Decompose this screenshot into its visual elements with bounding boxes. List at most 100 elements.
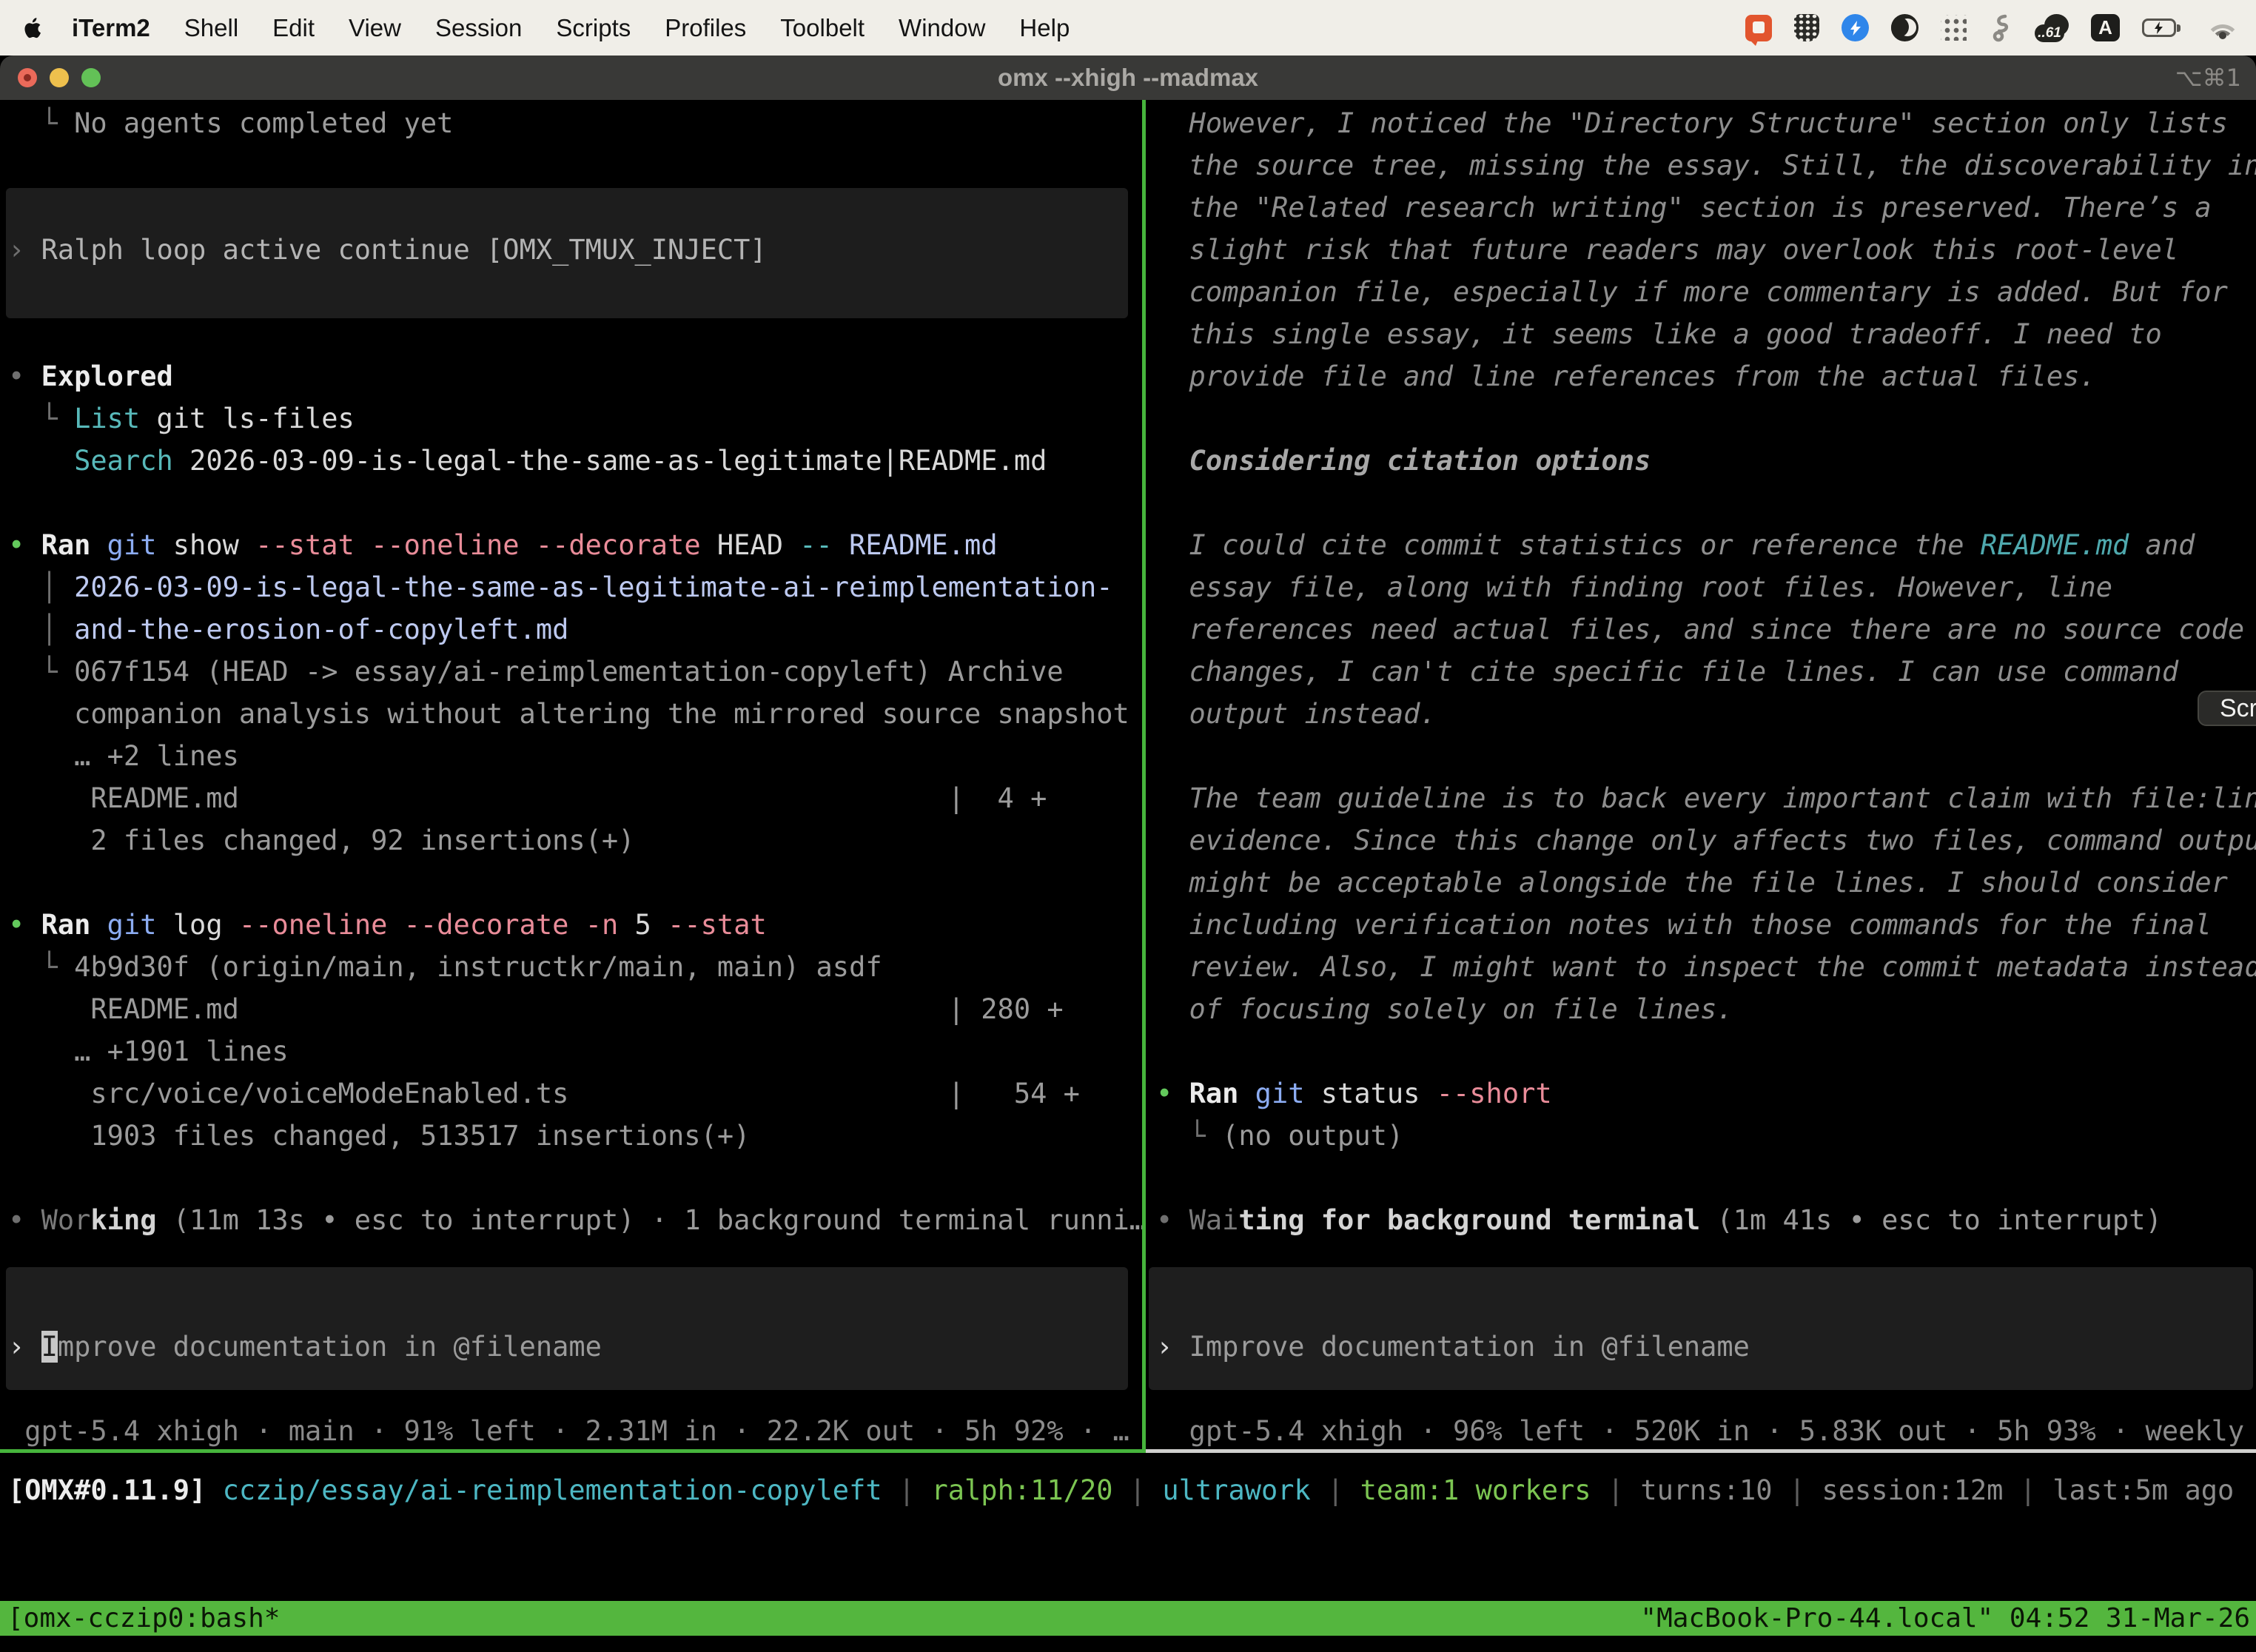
terminal-line: I could cite commit statistics or refere… xyxy=(1156,524,2256,566)
terminal-line: • Waiting for background terminal (1m 41… xyxy=(1156,1199,2256,1241)
tmux-host-clock-label: "MacBook-Pro-44.local" 04:52 31-Mar-26 xyxy=(1640,1603,2250,1633)
menu-item-edit[interactable]: Edit xyxy=(255,14,332,42)
terminal-line xyxy=(1156,482,2256,524)
terminal-line: this single essay, it seems like a good … xyxy=(1156,313,2256,355)
terminal-line xyxy=(1156,397,2256,440)
menu-item-help[interactable]: Help xyxy=(1002,14,1087,42)
terminal-line: Considering citation options xyxy=(1156,440,2256,482)
terminal-line: README.md | 4 + xyxy=(8,777,1142,819)
terminal-line xyxy=(8,482,1142,524)
menu-item-profiles[interactable]: Profiles xyxy=(648,14,763,42)
menu-bar-status-icons: ..61 A xyxy=(1745,13,2256,43)
terminal-line: └ No agents completed yet xyxy=(8,102,1142,144)
keypad-shield-icon[interactable] xyxy=(1794,14,1819,41)
terminal-line: The team guideline is to back every impo… xyxy=(1156,777,2256,819)
terminal-line: └ 067f154 (HEAD -> essay/ai-reimplementa… xyxy=(8,651,1142,693)
terminal-line: essay file, along with finding root file… xyxy=(1156,566,2256,608)
terminal-line: the "Related research writing" section i… xyxy=(1156,187,2256,229)
menu-bar: iTerm2 Shell Edit View Session Scripts P… xyxy=(0,0,2256,56)
menu-item-iterm2[interactable]: iTerm2 xyxy=(55,14,167,42)
terminal-line xyxy=(1156,735,2256,777)
terminal-line xyxy=(1156,1283,2256,1326)
terminal-line: provide file and line references from th… xyxy=(1156,355,2256,397)
terminal-line: └ List git ls-files xyxy=(8,397,1142,440)
terminal-line: 1903 files changed, 513517 insertions(+) xyxy=(8,1115,1142,1157)
terminal-line: slight risk that future readers may over… xyxy=(1156,229,2256,271)
terminal-line: └ 4b9d30f (origin/main, instructkr/main,… xyxy=(8,946,1142,988)
terminal-line xyxy=(8,1157,1142,1199)
terminal-line: gpt-5.4 xhigh · 96% left · 520K in · 5.8… xyxy=(1156,1410,2256,1449)
terminal-line: 2 files changed, 92 insertions(+) xyxy=(8,819,1142,862)
terminal-line: … +1901 lines xyxy=(8,1030,1142,1072)
tmux-session-label: [omx-cczip0:bash* xyxy=(7,1603,280,1633)
terminal-line xyxy=(1156,1030,2256,1072)
terminal-line: the source tree, missing the essay. Stil… xyxy=(1156,144,2256,187)
screen-indicator-overlay: Scre xyxy=(2198,691,2256,726)
dots-grid-icon[interactable] xyxy=(1941,15,1967,41)
terminal-pane-left: └ No agents completed yet › Ralph loop ac… xyxy=(0,100,1142,1449)
terminal-line: gpt-5.4 xhigh · main · 91% left · 2.31M … xyxy=(8,1410,1142,1449)
terminal-line: › Improve documentation in @filename xyxy=(8,1326,1142,1368)
terminal-line: › Improve documentation in @filename xyxy=(1156,1326,2256,1368)
pane-divider-horizontal-active[interactable] xyxy=(0,1449,1146,1453)
terminal-line: companion analysis without altering the … xyxy=(8,693,1142,735)
terminal-line: • Explored xyxy=(8,355,1142,397)
menu-item-shell[interactable]: Shell xyxy=(167,14,255,42)
window-shortcut-badge: ⌥⌘1 xyxy=(2175,56,2241,100)
terminal-line: output instead. xyxy=(1156,693,2256,735)
terminal-line xyxy=(1156,1157,2256,1199)
terminal-line: └ (no output) xyxy=(1156,1115,2256,1157)
terminal-line: evidence. Since this change only affects… xyxy=(1156,819,2256,862)
window-titlebar[interactable]: omx --xhigh --madmax ⌥⌘1 xyxy=(0,56,2256,100)
apple-menu-icon[interactable] xyxy=(22,16,44,41)
screen-share-icon[interactable] xyxy=(1745,15,1772,41)
iterm2-window: omx --xhigh --madmax ⌥⌘1 └ No agents com… xyxy=(0,56,2256,1652)
terminal-line: • Ran git log --oneline --decorate -n 5 … xyxy=(8,904,1142,946)
pane-divider-horizontal-inactive[interactable] xyxy=(1146,1449,2256,1453)
wifi-icon[interactable] xyxy=(2206,16,2240,41)
terminal-line: Search 2026-03-09-is-legal-the-same-as-l… xyxy=(8,440,1142,482)
close-button[interactable] xyxy=(18,68,37,87)
terminal-line xyxy=(1156,1241,2256,1283)
terminal-line xyxy=(8,187,1142,229)
terminal-line xyxy=(8,271,1142,313)
terminal-line: … +2 lines xyxy=(8,735,1142,777)
terminal-pane-right: However, I noticed the "Directory Struct… xyxy=(1146,100,2256,1449)
crescent-app-icon[interactable] xyxy=(1891,14,1918,41)
tmux-status-bar: [omx-cczip0:bash* "MacBook-Pro-44.local"… xyxy=(0,1601,2256,1636)
terminal-line: src/voice/voiceModeEnabled.ts | 54 + xyxy=(8,1072,1142,1115)
menu-item-toolbelt[interactable]: Toolbelt xyxy=(763,14,882,42)
battery-icon[interactable] xyxy=(2142,18,2183,38)
terminal-line xyxy=(8,313,1142,355)
menu-item-view[interactable]: View xyxy=(332,14,418,42)
messenger-icon[interactable] xyxy=(1842,14,1869,41)
terminal-line: › Ralph loop active continue [OMX_TMUX_I… xyxy=(8,229,1142,271)
terminal-line xyxy=(8,1241,1142,1283)
cloud-badge-icon[interactable]: ..61 xyxy=(2035,14,2069,42)
terminal-line: including verification notes with those … xyxy=(1156,904,2256,946)
maximize-button[interactable] xyxy=(81,68,101,87)
terminal-line: │ 2026-03-09-is-legal-the-same-as-legiti… xyxy=(8,566,1142,608)
terminal-line: changes, I can't cite specific file line… xyxy=(1156,651,2256,693)
terminal-line xyxy=(8,144,1142,187)
a-app-icon[interactable]: A xyxy=(2091,14,2120,41)
terminal-line: • Working (11m 13s • esc to interrupt) ·… xyxy=(8,1199,1142,1241)
terminal-line: review. Also, I might want to inspect th… xyxy=(1156,946,2256,988)
terminal-line: might be acceptable alongside the file l… xyxy=(1156,862,2256,904)
wireshark-icon[interactable] xyxy=(1989,13,2012,43)
terminal-line xyxy=(8,1368,1142,1410)
terminal-line xyxy=(8,1283,1142,1326)
menu-item-session[interactable]: Session xyxy=(418,14,539,42)
terminal-line: • Ran git status --short xyxy=(1156,1072,2256,1115)
menu-item-scripts[interactable]: Scripts xyxy=(539,14,648,42)
cloud-badge-label: ..61 xyxy=(2038,25,2061,41)
omx-session-status-line: [OMX#0.11.9] cczip/essay/ai-reimplementa… xyxy=(8,1469,2234,1511)
terminal-line xyxy=(1156,1368,2256,1410)
terminal-line: companion file, especially if more comme… xyxy=(1156,271,2256,313)
minimize-button[interactable] xyxy=(50,68,69,87)
terminal-line: references need actual files, and since … xyxy=(1156,608,2256,651)
menu-item-window[interactable]: Window xyxy=(882,14,1002,42)
terminal-line: of focusing solely on file lines. xyxy=(1156,988,2256,1030)
terminal-line: • Ran git show --stat --oneline --decora… xyxy=(8,524,1142,566)
terminal-line: However, I noticed the "Directory Struct… xyxy=(1156,102,2256,144)
